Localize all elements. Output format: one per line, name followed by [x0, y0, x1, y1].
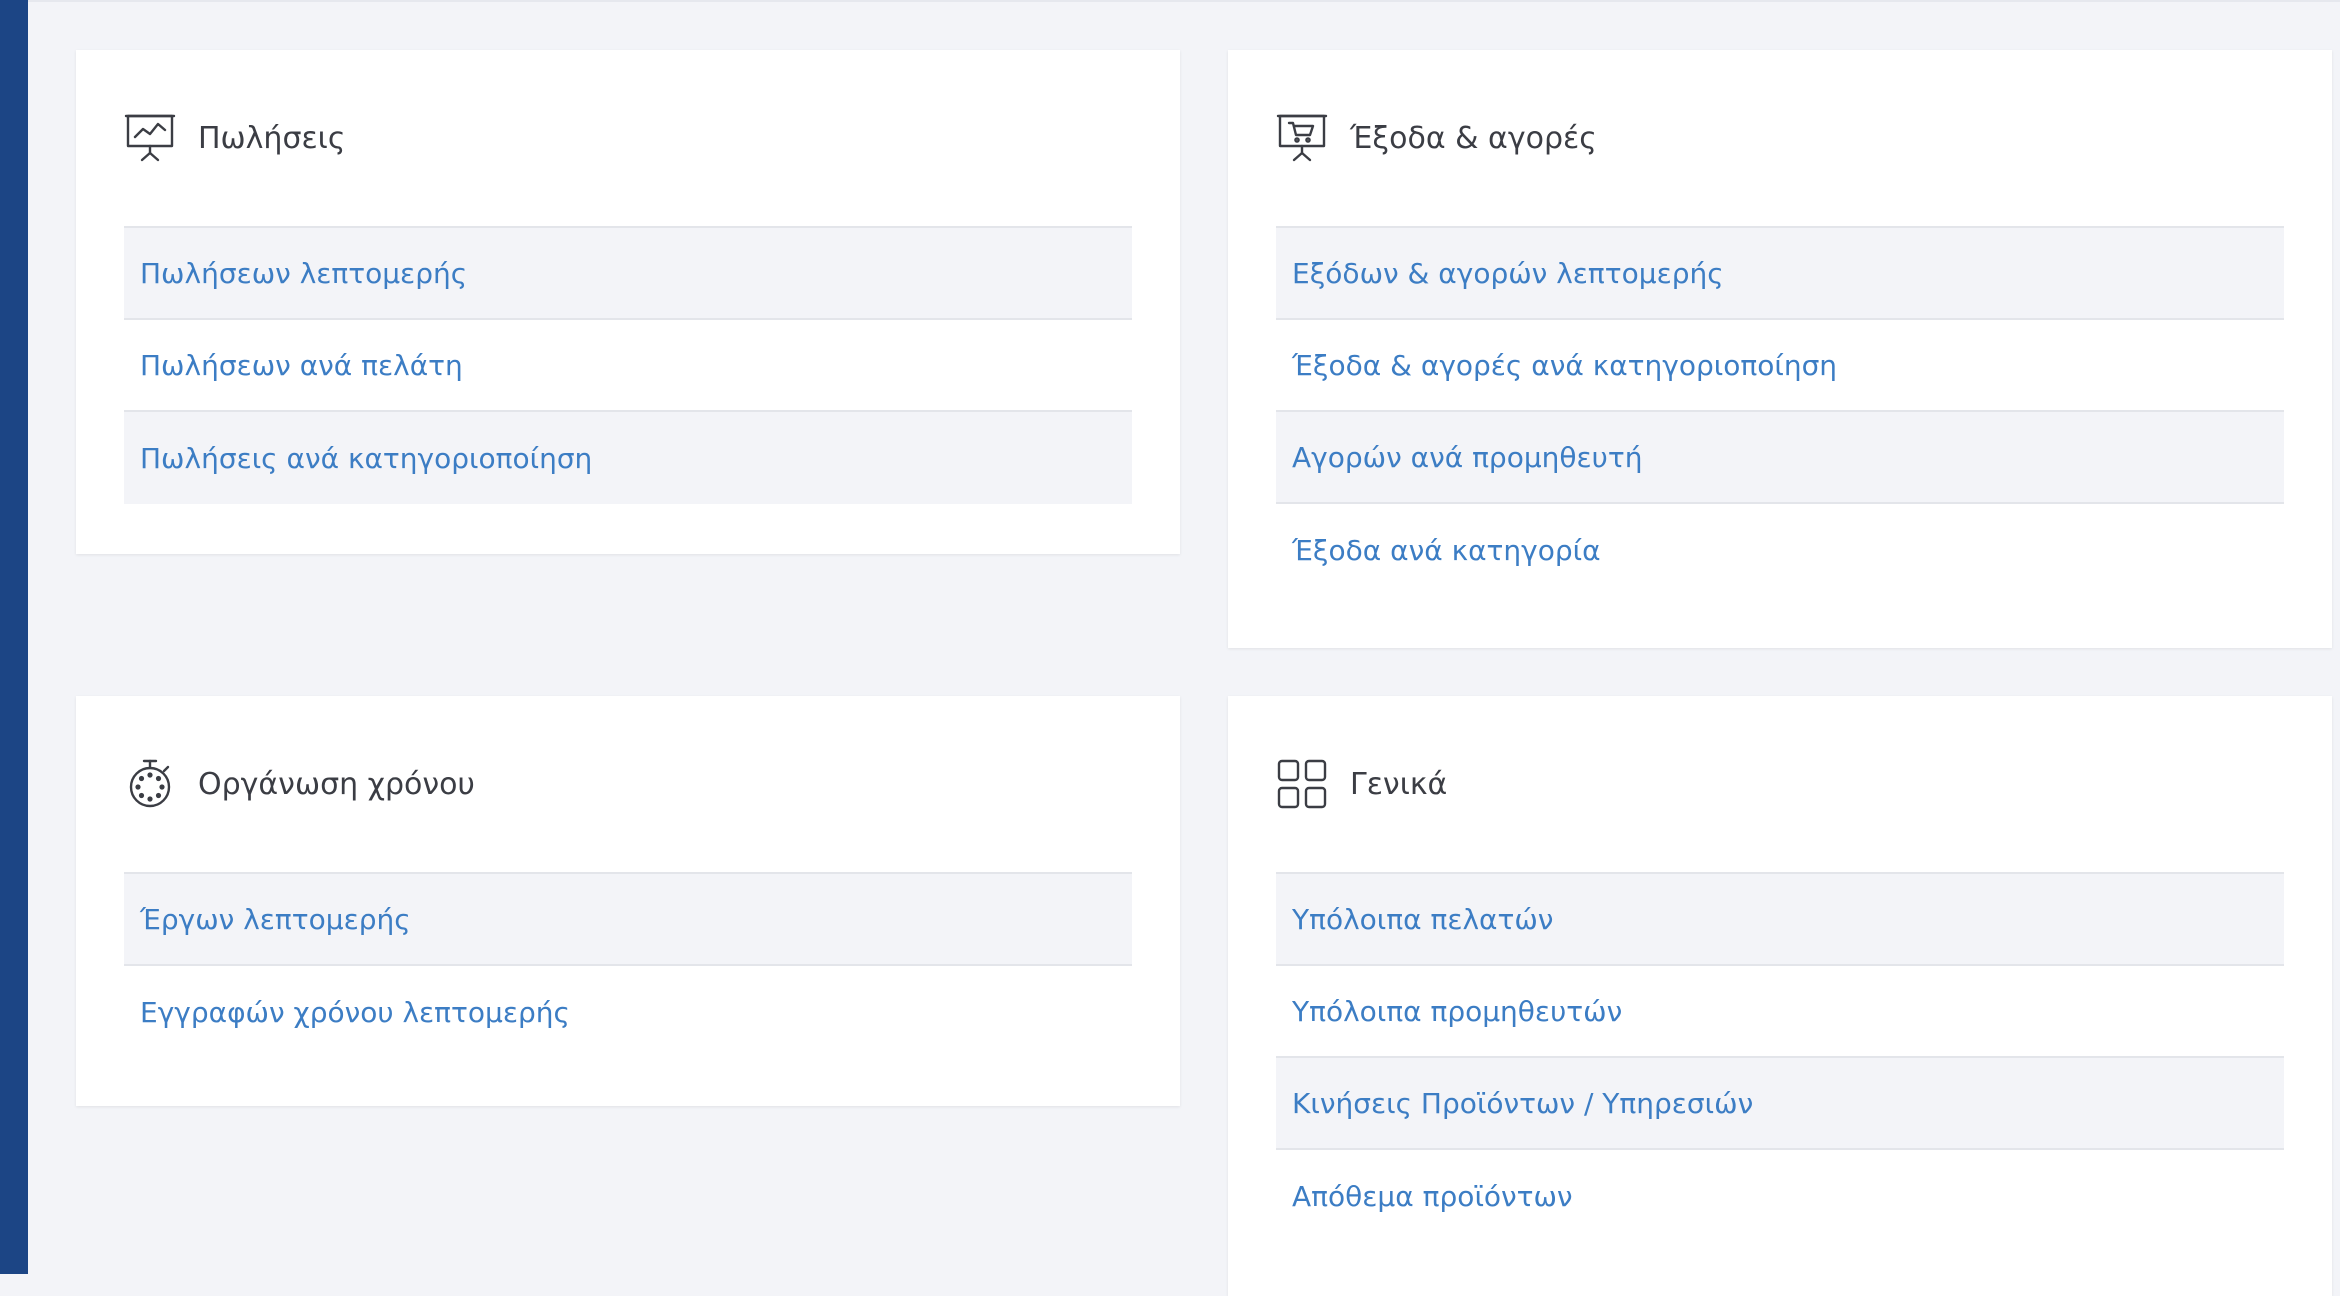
report-link-purchases-by-supplier[interactable]: Αγορών ανά προμηθευτή — [1276, 412, 2284, 504]
report-link-expenses-detailed[interactable]: Εξόδων & αγορών λεπτομερής — [1276, 228, 2284, 320]
general-reports-card: Γενικά Υπόλοιπα πελατών Υπόλοιπα προμηθε… — [1228, 696, 2332, 1296]
sales-card-title: Πωλήσεις — [198, 120, 346, 156]
report-link-product-movements[interactable]: Κινήσεις Προϊόντων / Υπηρεσιών — [1276, 1058, 2284, 1150]
time-card-title: Οργάνωση χρόνου — [198, 766, 475, 802]
general-card-header: Γενικά — [1276, 756, 1447, 812]
report-link-sales-detailed[interactable]: Πωλήσεων λεπτομερής — [124, 228, 1132, 320]
stopwatch-icon — [124, 758, 176, 810]
general-card-title: Γενικά — [1350, 766, 1448, 802]
report-link-product-stock[interactable]: Απόθεμα προϊόντων — [1276, 1150, 2284, 1242]
time-reports-card: Οργάνωση χρόνου Έργων λεπτομερής Εγγραφώ… — [76, 696, 1180, 1106]
report-link-expenses-by-type[interactable]: Έξοδα ανά κατηγορία — [1276, 504, 2284, 596]
sidebar-strip — [0, 0, 28, 1274]
sales-card-header: Πωλήσεις — [124, 110, 345, 166]
presentation-cart-icon — [1276, 112, 1328, 164]
time-report-list: Έργων λεπτομερής Εγγραφών χρόνου λεπτομε… — [124, 872, 1132, 1058]
report-link-sales-by-category[interactable]: Πωλήσεις ανά κατηγοριοποίηση — [124, 412, 1132, 504]
grid-icon — [1276, 758, 1328, 810]
sales-reports-card: Πωλήσεις Πωλήσεων λεπτομερής Πωλήσεων αν… — [76, 50, 1180, 554]
report-link-expenses-by-category[interactable]: Έξοδα & αγορές ανά κατηγοριοποίηση — [1276, 320, 2284, 412]
expenses-card-header: Έξοδα & αγορές — [1276, 110, 1597, 166]
expenses-reports-card: Έξοδα & αγορές Εξόδων & αγορών λεπτομερή… — [1228, 50, 2332, 648]
report-link-supplier-balances[interactable]: Υπόλοιπα προμηθευτών — [1276, 966, 2284, 1058]
report-link-time-entries-detailed[interactable]: Εγγραφών χρόνου λεπτομερής — [124, 966, 1132, 1058]
presentation-chart-icon — [124, 112, 176, 164]
time-card-header: Οργάνωση χρόνου — [124, 756, 475, 812]
general-report-list: Υπόλοιπα πελατών Υπόλοιπα προμηθευτών Κι… — [1276, 872, 2284, 1242]
expenses-card-title: Έξοδα & αγορές — [1350, 120, 1597, 156]
report-link-projects-detailed[interactable]: Έργων λεπτομερής — [124, 874, 1132, 966]
sales-report-list: Πωλήσεων λεπτομερής Πωλήσεων ανά πελάτη … — [124, 226, 1132, 504]
report-link-sales-by-customer[interactable]: Πωλήσεων ανά πελάτη — [124, 320, 1132, 412]
report-link-customer-balances[interactable]: Υπόλοιπα πελατών — [1276, 874, 2284, 966]
expenses-report-list: Εξόδων & αγορών λεπτομερής Έξοδα & αγορέ… — [1276, 226, 2284, 596]
top-divider — [28, 0, 2340, 2]
